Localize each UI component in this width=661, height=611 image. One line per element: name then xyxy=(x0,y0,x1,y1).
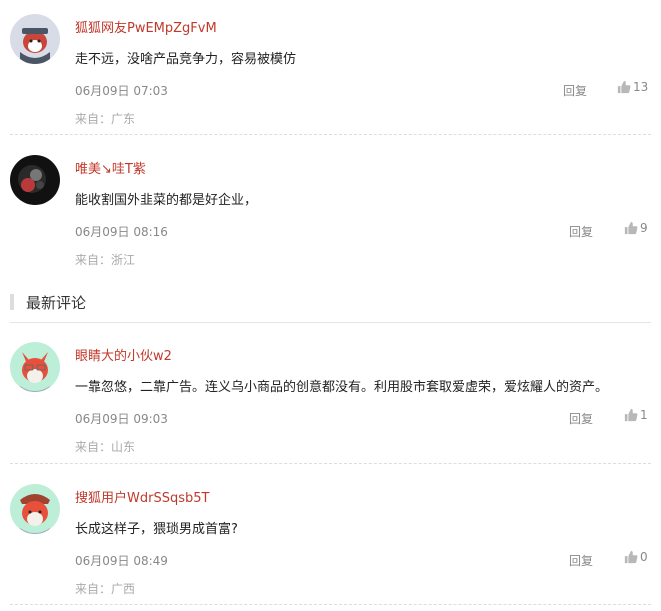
comment-text: 走不远，没啥产品竞争力，容易被模仿 xyxy=(75,52,297,67)
comment-text: 一靠忽悠，二靠广告。连义乌小商品的创意都没有。利用股市套取爱虚荣，爱炫耀人的资产… xyxy=(75,380,609,395)
divider xyxy=(10,463,651,464)
like-button[interactable]: 13 xyxy=(617,80,648,94)
section-divider xyxy=(10,322,651,323)
reply-button[interactable]: 回复 xyxy=(563,82,587,99)
location: 来自：山东 xyxy=(75,440,136,454)
reply-button[interactable]: 回复 xyxy=(569,223,593,240)
divider xyxy=(10,134,651,135)
username[interactable]: 狐狐网友PwEMpZgFvM xyxy=(75,17,217,36)
location: 来自：广东 xyxy=(75,112,136,126)
avatar[interactable] xyxy=(10,14,60,64)
like-count: 1 xyxy=(640,408,648,422)
fox-avatar-icon xyxy=(10,342,60,392)
like-count: 9 xyxy=(640,221,648,235)
avatar[interactable] xyxy=(10,155,60,205)
thumbs-up-icon xyxy=(617,80,631,94)
timestamp: 06月09日 08:49 xyxy=(75,554,168,568)
comment-text: 能收割国外韭菜的都是好企业， xyxy=(75,193,258,208)
username[interactable]: 唯美↘哇T紫 xyxy=(75,158,146,177)
thumbs-up-icon xyxy=(624,221,638,235)
divider xyxy=(10,604,651,605)
fox-avatar-icon xyxy=(10,14,60,64)
section-marker xyxy=(10,294,14,310)
timestamp: 06月09日 07:03 xyxy=(75,84,168,98)
location: 来自：浙江 xyxy=(75,253,136,267)
like-button[interactable]: 9 xyxy=(624,221,648,235)
like-button[interactable]: 1 xyxy=(624,408,648,422)
like-button[interactable]: 0 xyxy=(624,550,648,564)
section-title: 最新评论 xyxy=(26,294,87,312)
like-count: 13 xyxy=(633,80,649,94)
thumbs-up-icon xyxy=(624,550,638,564)
reply-button[interactable]: 回复 xyxy=(569,552,593,569)
fox-avatar-icon xyxy=(10,484,60,534)
reply-button[interactable]: 回复 xyxy=(569,410,593,427)
photo-avatar-icon xyxy=(10,155,60,205)
location: 来自：广西 xyxy=(75,582,136,596)
avatar[interactable] xyxy=(10,342,60,392)
timestamp: 06月09日 09:03 xyxy=(75,412,168,426)
thumbs-up-icon xyxy=(624,408,638,422)
like-count: 0 xyxy=(640,550,648,564)
avatar[interactable] xyxy=(10,484,60,534)
timestamp: 06月09日 08:16 xyxy=(75,225,168,239)
comment-text: 长成这样子，猥琐男成首富? xyxy=(75,522,238,537)
username[interactable]: 搜狐用户WdrSSqsb5T xyxy=(75,487,209,506)
username[interactable]: 眼睛大的小伙w2 xyxy=(75,345,172,364)
